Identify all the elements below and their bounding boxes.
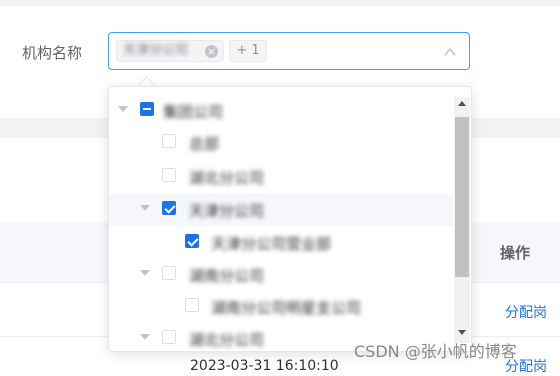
- org-name-label: 机构名称: [22, 44, 83, 62]
- scrollbar-thumb[interactable]: [455, 117, 469, 277]
- tree-node[interactable]: 天津分公司: [109, 194, 453, 226]
- row-time-cell: 2023-03-31 16:10:10: [190, 358, 339, 374]
- page-top-band: [0, 0, 560, 6]
- org-tree-select[interactable]: 天津分公司 × + 1: [108, 32, 470, 70]
- tree-node-label: 湖南分公司明星支公司: [211, 299, 362, 317]
- tree-node[interactable]: 湖南分公司明星支公司: [109, 291, 453, 323]
- tree-node[interactable]: 总部: [109, 127, 453, 159]
- tree-node-label: 湖北分公司: [189, 169, 265, 187]
- selected-tag-text: 天津分公司: [123, 43, 189, 58]
- checkbox[interactable]: [162, 201, 176, 215]
- tree-node-label: 天津分公司: [189, 202, 265, 220]
- scroll-up-icon[interactable]: [458, 101, 466, 106]
- tree-node-label: 总部: [189, 135, 220, 153]
- checkbox[interactable]: [185, 298, 199, 312]
- caret-down-icon[interactable]: [140, 270, 150, 276]
- caret-down-icon[interactable]: [118, 106, 128, 112]
- checkbox[interactable]: [162, 266, 176, 280]
- tree-node-label: 湖南分公司: [189, 267, 265, 285]
- watermark: CSDN @张小帆的博客: [354, 342, 517, 361]
- tree-node-label: 天津分公司营业部: [211, 235, 332, 253]
- chevron-up-icon[interactable]: [443, 45, 457, 59]
- checkbox[interactable]: [162, 134, 176, 148]
- caret-down-icon[interactable]: [140, 334, 150, 340]
- caret-down-icon[interactable]: [140, 205, 150, 211]
- tree-node-label: 集团公司: [163, 103, 224, 121]
- tree-dropdown: 集团公司 总部 湖北分公司 天津分公司 天津分公司营业部 湖南分公司 湖南分公司…: [108, 86, 472, 352]
- checkbox[interactable]: [140, 102, 154, 116]
- checkbox[interactable]: [185, 234, 199, 248]
- checkbox[interactable]: [162, 168, 176, 182]
- column-header-action: 操作: [500, 244, 531, 262]
- tag-close-icon[interactable]: ×: [205, 45, 218, 58]
- tree-node-label: 湖北分公司: [189, 331, 265, 349]
- tree-node[interactable]: 湖北分公司: [109, 161, 453, 193]
- more-tags-badge: + 1: [229, 40, 267, 62]
- tree-node[interactable]: 集团公司: [109, 95, 453, 127]
- tree-node[interactable]: 湖南分公司: [109, 259, 453, 291]
- selected-tag: 天津分公司 ×: [116, 40, 224, 62]
- checkbox[interactable]: [162, 330, 176, 344]
- scroll-down-icon[interactable]: [458, 330, 466, 335]
- tree-node[interactable]: 天津分公司营业部: [109, 227, 453, 259]
- assign-position-link[interactable]: 分配岗: [505, 302, 547, 322]
